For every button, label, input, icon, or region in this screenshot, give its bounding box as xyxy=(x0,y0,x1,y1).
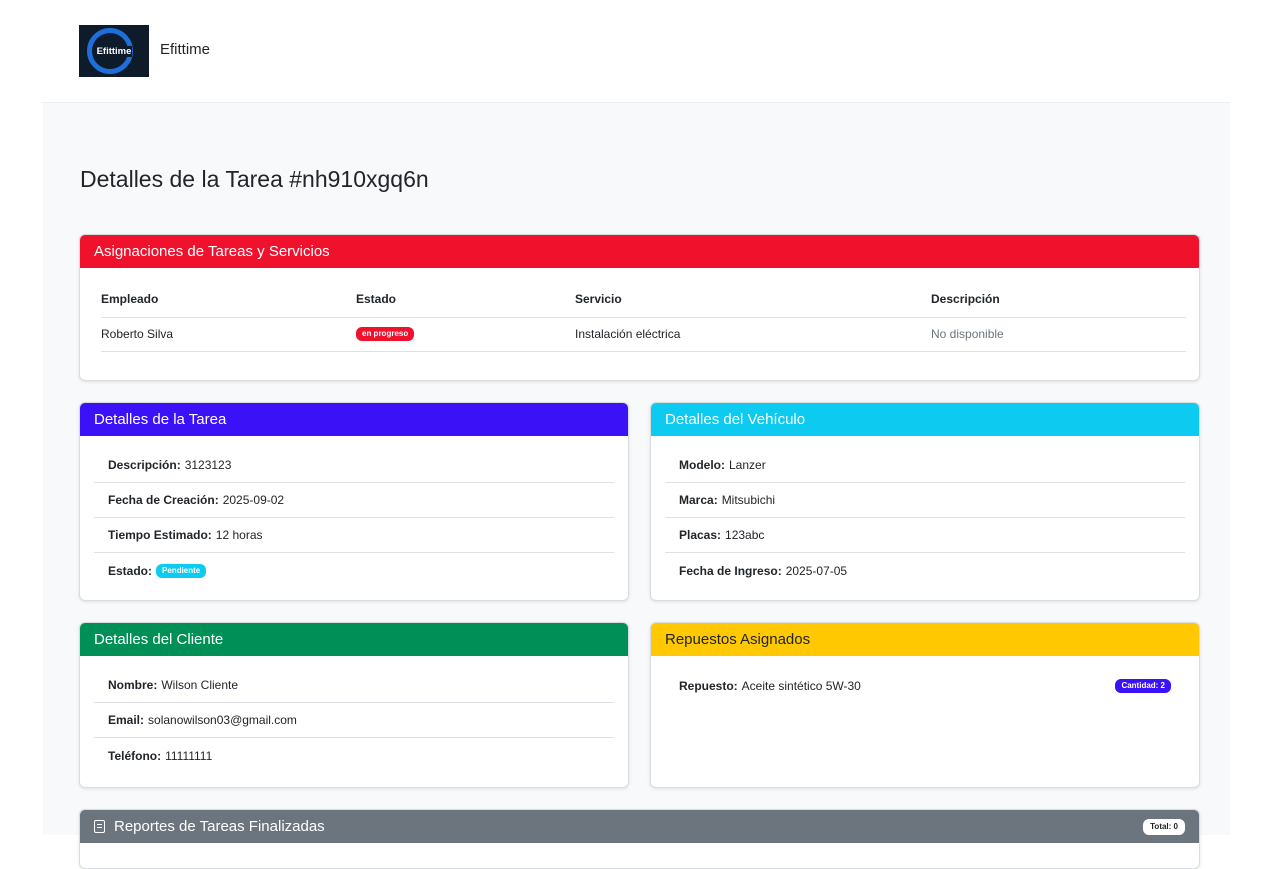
brand-value: Mitsubichi xyxy=(721,493,776,507)
brand-logo[interactable]: Efittime xyxy=(79,25,149,77)
navbar: Efittime Efittime xyxy=(0,0,1280,102)
quantity-badge: Cantidad: 2 xyxy=(1115,678,1171,693)
vehicle-list: Modelo: Lanzer Marca: Mitsubichi Placas: 12… xyxy=(665,448,1185,588)
status-badge: en progreso xyxy=(356,327,415,342)
part-text: Repuesto: Aceite sintético 5W-30 xyxy=(679,679,861,693)
plates-value: 123abc xyxy=(725,528,765,542)
journal-text-icon xyxy=(94,820,105,833)
reports-title-wrap: Reportes de Tareas Finalizadas xyxy=(94,818,325,835)
assignments-table: Empleado Estado Servicio Descripción Rob… xyxy=(101,282,1186,352)
employee-cell: Roberto Silva xyxy=(101,317,356,352)
parts-card: Repuestos Asignados Repuesto: Aceite sint… xyxy=(650,622,1200,788)
assignments-card: Asignaciones de Tareas y Servicios Emple… xyxy=(79,234,1200,381)
description-label: Descripción: xyxy=(108,458,181,472)
client-card: Detalles del Cliente Nombre: Wilson Clien… xyxy=(79,622,629,788)
reports-card: Reportes de Tareas Finalizadas Total: 0 xyxy=(79,809,1200,869)
logo-text: Efittime xyxy=(95,45,133,57)
reports-header: Reportes de Tareas Finalizadas Total: 0 xyxy=(80,810,1199,843)
list-item: Teléfono: 11111111 xyxy=(94,738,614,773)
entry-label: Fecha de Ingreso: xyxy=(679,563,782,578)
email-label: Email: xyxy=(108,713,145,727)
model-value: Lanzer xyxy=(729,458,766,472)
reports-title: Reportes de Tareas Finalizadas xyxy=(114,818,325,835)
list-item: Repuesto: Aceite sintético 5W-30 Cantidad… xyxy=(665,668,1185,703)
parts-header: Repuestos Asignados xyxy=(651,623,1199,656)
brand-label: Marca: xyxy=(679,493,718,507)
list-item: Fecha de Ingreso: 2025-07-05 xyxy=(665,553,1185,588)
list-item: Tiempo Estimado: 12 horas xyxy=(94,518,614,553)
column-header-description: Descripción xyxy=(931,282,1186,318)
task-details-list: Descripción: 3123123 Fecha de Creación: 20… xyxy=(94,448,614,588)
parts-list: Repuesto: Aceite sintético 5W-30 Cantidad… xyxy=(665,668,1185,703)
phone-value: 11111111 xyxy=(165,748,213,763)
description-value: 3123123 xyxy=(184,458,232,472)
client-list: Nombre: Wilson Cliente Email: solanowilson… xyxy=(94,668,614,773)
list-item: Fecha de Creación: 2025-09-02 xyxy=(94,483,614,518)
task-details-card: Detalles de la Tarea Descripción: 3123123… xyxy=(79,402,629,601)
status-label: Estado: xyxy=(108,563,153,578)
table-header-row: Empleado Estado Servicio Descripción xyxy=(101,282,1186,318)
created-label: Fecha de Creación: xyxy=(108,493,219,507)
name-value: Wilson Cliente xyxy=(161,678,239,692)
phone-label: Teléfono: xyxy=(108,748,162,763)
created-value: 2025-09-02 xyxy=(222,493,285,507)
table-row: Roberto Silva en progreso Instalación el… xyxy=(101,317,1186,352)
column-header-employee: Empleado xyxy=(101,282,356,318)
list-item: Descripción: 3123123 xyxy=(94,448,614,483)
estimate-label: Tiempo Estimado: xyxy=(108,528,212,542)
list-item: Nombre: Wilson Cliente xyxy=(94,668,614,703)
model-label: Modelo: xyxy=(679,458,725,472)
column-header-status: Estado xyxy=(356,282,575,318)
task-details-header: Detalles de la Tarea xyxy=(80,403,628,436)
entry-value: 2025-07-05 xyxy=(785,563,848,578)
vehicle-header: Detalles del Vehículo xyxy=(651,403,1199,436)
estimate-value: 12 horas xyxy=(215,528,263,542)
list-item: Placas: 123abc xyxy=(665,518,1185,553)
client-header: Detalles del Cliente xyxy=(80,623,628,656)
brand-name[interactable]: Efittime xyxy=(160,41,210,58)
email-value: solanowilson03@gmail.com xyxy=(148,713,297,727)
list-item: Marca: Mitsubichi xyxy=(665,483,1185,518)
part-name: Aceite sintético 5W-30 xyxy=(741,678,861,693)
assignments-header: Asignaciones de Tareas y Servicios xyxy=(80,235,1199,268)
status-badge: Pendiente xyxy=(156,563,207,578)
list-item: Email: solanowilson03@gmail.com xyxy=(94,703,614,738)
name-label: Nombre: xyxy=(108,678,158,692)
list-item: Modelo: Lanzer xyxy=(665,448,1185,483)
status-cell: en progreso xyxy=(356,317,575,352)
list-item: Estado: Pendiente xyxy=(94,553,614,588)
part-label: Repuesto: xyxy=(679,678,738,693)
plates-label: Placas: xyxy=(679,528,722,542)
total-badge: Total: 0 xyxy=(1143,818,1185,835)
service-cell: Instalación eléctrica xyxy=(575,317,931,352)
page-title: Detalles de la Tarea #nh910xgq6n xyxy=(80,166,429,192)
vehicle-card: Detalles del Vehículo Modelo: Lanzer Marc… xyxy=(650,402,1200,601)
description-cell: No disponible xyxy=(931,317,1186,352)
column-header-service: Servicio xyxy=(575,282,931,318)
